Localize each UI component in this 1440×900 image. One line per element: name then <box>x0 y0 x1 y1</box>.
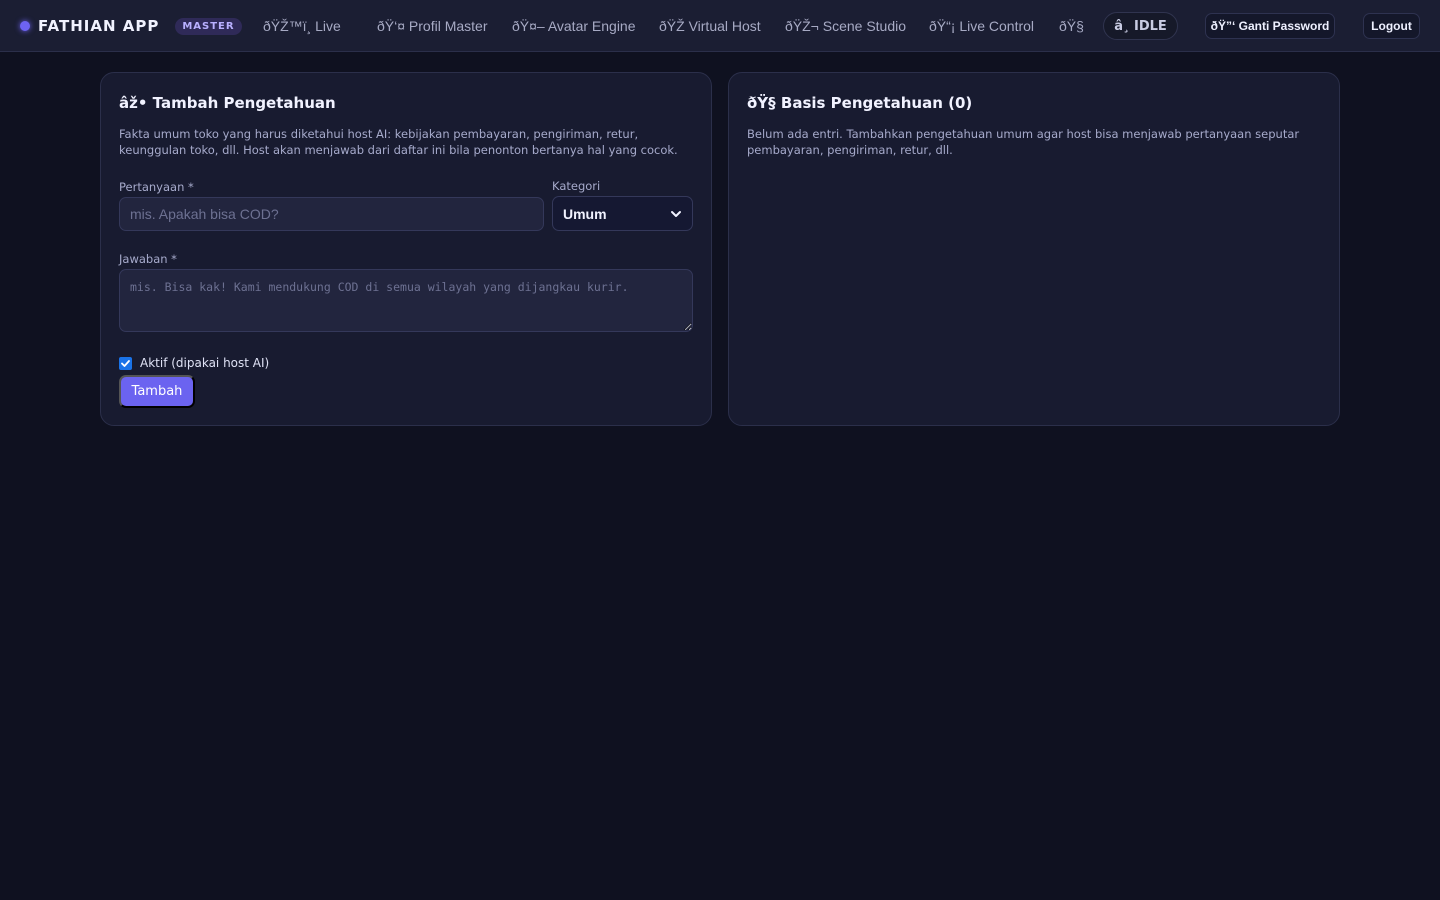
brand[interactable]: FATHIAN APP MASTER <box>20 0 242 52</box>
question-input[interactable] <box>119 197 544 231</box>
knowledge-base-title: ðŸ§ Basis Pengetahuan (0) <box>747 94 973 112</box>
category-selected-value: Umum <box>563 205 607 222</box>
active-checkbox-label: Aktif (dipakai host AI) <box>140 356 270 370</box>
knowledge-base-card: ðŸ§ Basis Pengetahuan (0) Belum ada entr… <box>728 72 1340 426</box>
nav-item-scene-studio[interactable]: ðŸŽ¬ Scene Studio <box>785 0 906 52</box>
category-select[interactable]: Umum <box>552 196 693 231</box>
active-checkbox[interactable] <box>119 356 132 370</box>
answer-label: Jawaban * <box>119 252 177 266</box>
nav-item-live-control[interactable]: ðŸ“¡ Live Control <box>929 0 1034 52</box>
logout-button[interactable]: Logout <box>1363 13 1420 39</box>
live-status-badge: â¸ IDLE <box>1103 12 1178 40</box>
checkmark-icon <box>121 359 130 367</box>
change-password-button[interactable]: ðŸ”‘ Ganti Password <box>1205 13 1335 39</box>
brand-dot-icon <box>20 21 30 31</box>
top-navigation-bar: FATHIAN APP MASTER ðŸŽ™ï¸ Live ðŸ‘¤ Prof… <box>0 0 1440 52</box>
nav-item-knowledge[interactable]: ðŸ§ <box>1059 0 1084 52</box>
add-button[interactable]: Tambah <box>119 375 195 408</box>
knowledge-base-empty-text: Belum ada entri. Tambahkan pengetahuan u… <box>747 127 1300 157</box>
add-knowledge-card: âž• Tambah Pengetahuan Fakta umum toko y… <box>100 72 712 426</box>
answer-textarea[interactable] <box>119 269 693 332</box>
nav-item-avatar-engine[interactable]: ðŸ¤– Avatar Engine <box>512 0 636 52</box>
add-knowledge-description: Fakta umum toko yang harus diketahui hos… <box>119 127 678 157</box>
active-toggle-row[interactable]: Aktif (dipakai host AI) <box>119 355 269 371</box>
nav-item-virtual-host[interactable]: ðŸŽ Virtual Host <box>659 0 761 52</box>
add-knowledge-title: âž• Tambah Pengetahuan <box>119 94 336 112</box>
role-badge: MASTER <box>175 17 242 35</box>
category-label: Kategori <box>552 179 601 193</box>
nav-item-live[interactable]: ðŸŽ™ï¸ Live <box>263 0 341 52</box>
question-label: Pertanyaan * <box>119 180 194 194</box>
chevron-down-icon <box>671 210 681 217</box>
brand-name: FATHIAN APP <box>38 17 160 35</box>
nav-item-profil-master[interactable]: ðŸ‘¤ Profil Master <box>377 0 487 52</box>
